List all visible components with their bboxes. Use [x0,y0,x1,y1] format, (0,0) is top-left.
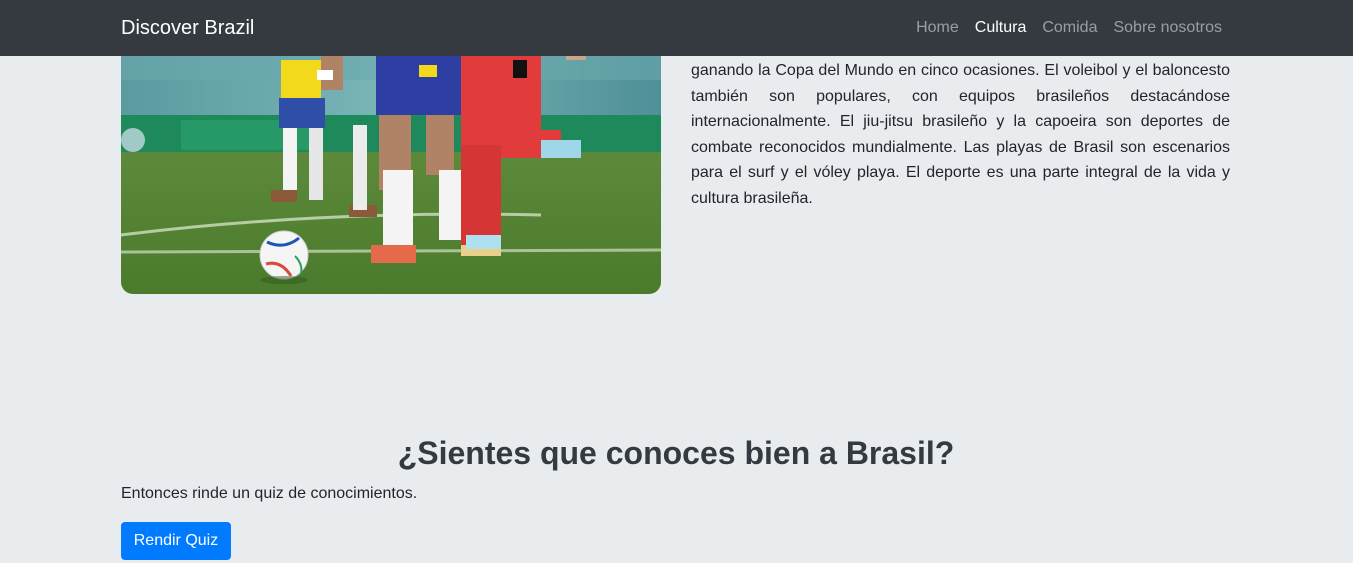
sports-paragraph: ganando la Copa del Mundo en cinco ocasi… [691,62,1230,207]
top-navbar: Discover Brazil Home Cultura Comida Sobr… [0,0,1353,56]
nav-link-home[interactable]: Home [916,17,959,39]
take-quiz-button[interactable]: Rendir Quiz [121,522,231,560]
soccer-players-photo [121,20,661,294]
page: Discover Brazil Home Cultura Comida Sobr… [0,0,1353,563]
nav-link-cultura[interactable]: Cultura [975,17,1027,39]
brand-link[interactable]: Discover Brazil [121,15,254,41]
nav-links: Home Cultura Comida Sobre nosotros [916,17,1222,39]
quiz-heading: ¿Sientes que conoces bien a Brasil? [397,435,955,471]
quiz-description: Entonces rinde un quiz de conocimientos. [121,485,418,502]
nav-link-comida[interactable]: Comida [1042,17,1097,39]
nav-link-sobre-nosotros[interactable]: Sobre nosotros [1113,17,1222,39]
